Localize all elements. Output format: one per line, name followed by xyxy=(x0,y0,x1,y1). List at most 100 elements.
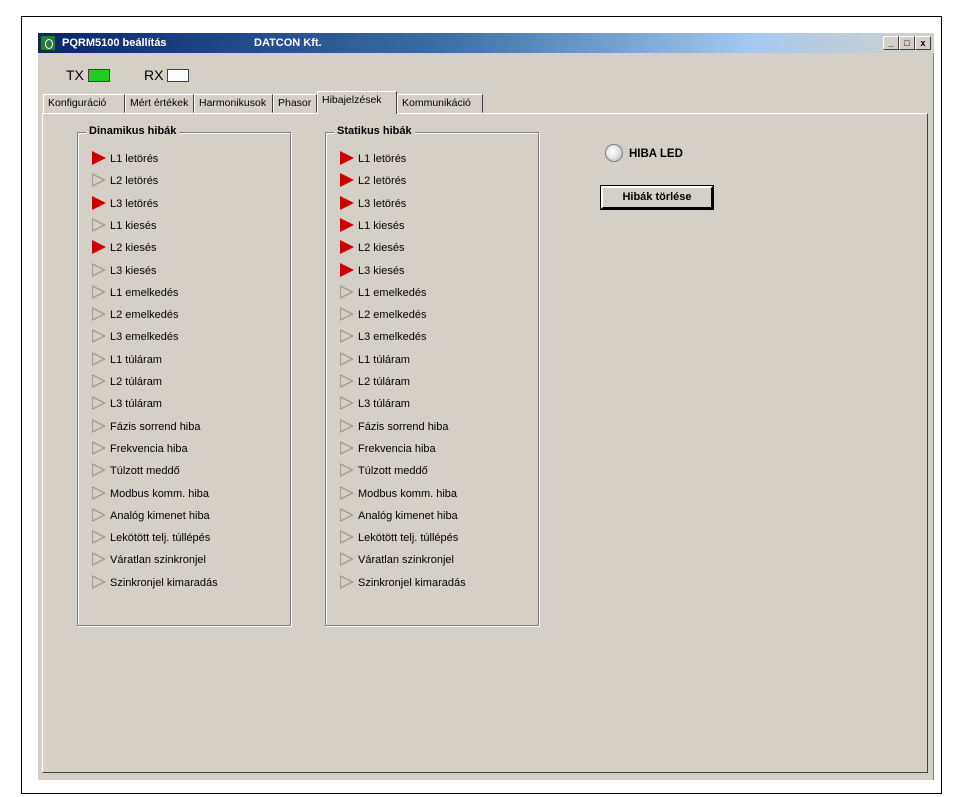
dinamikus-item: Fázis sorrend hiba xyxy=(92,418,201,437)
statikus-item-label: Modbus komm. hiba xyxy=(358,487,458,500)
inactive-fault-arrow-icon xyxy=(92,507,106,522)
dinamikus-item-label: Modbus komm. hiba xyxy=(110,487,210,500)
dinamikus-item: L1 letörés xyxy=(92,151,158,169)
dinamikus-item: Lekötött telj. túllépés xyxy=(92,530,210,548)
dinamikus-hibak-title: Dinamikus hibák xyxy=(86,125,180,137)
inactive-fault-arrow-icon xyxy=(340,574,354,589)
dinamikus-item: Szinkronjel kimaradás xyxy=(92,574,218,593)
dinamikus-item: Analóg kimenet hiba xyxy=(92,507,210,526)
dinamikus-item: L1 kiesés xyxy=(92,217,157,236)
inactive-fault-arrow-icon xyxy=(340,463,354,478)
minimize-button[interactable]: _ xyxy=(883,36,899,50)
tab-1[interactable]: Konfiguráció xyxy=(43,94,125,113)
statikus-item: Lekötött telj. túllépés xyxy=(340,530,458,548)
statikus-item: Túlzott meddő xyxy=(340,463,428,481)
dinamikus-hibak-group: Dinamikus hibák L1 letörés L2 letörés L3 l… xyxy=(77,125,291,626)
active-fault-arrow-icon xyxy=(92,195,106,210)
inactive-fault-arrow-icon xyxy=(92,329,106,344)
hiba-led-label: HIBA LED xyxy=(629,148,683,160)
inactive-fault-arrow-icon xyxy=(340,396,354,411)
hiba-led-icon xyxy=(605,144,623,162)
window-title: PQRM5100 beállítás xyxy=(62,37,167,49)
statikus-item-label: L3 túláram xyxy=(358,398,410,411)
dinamikus-item-label: Analóg kimenet hiba xyxy=(110,509,210,522)
dinamikus-item-label: Lekötött telj. túllépés xyxy=(110,532,211,545)
inactive-fault-arrow-icon xyxy=(92,217,106,232)
close-button[interactable]: x xyxy=(915,36,931,50)
inactive-fault-arrow-icon xyxy=(92,552,106,567)
hiba-led: HIBA LED xyxy=(605,144,683,162)
inactive-fault-arrow-icon xyxy=(340,307,354,322)
dinamikus-item-label: Frekvencia hiba xyxy=(110,442,188,455)
inactive-fault-arrow-icon xyxy=(92,307,106,322)
dinamikus-item: Modbus komm. hiba xyxy=(92,485,210,504)
inactive-fault-arrow-icon xyxy=(340,530,354,545)
dinamikus-item: L2 túláram xyxy=(92,374,162,392)
inactive-fault-arrow-icon xyxy=(340,418,354,433)
dinamikus-item: L2 kiesés xyxy=(92,240,156,258)
tab-3[interactable]: Harmonikusok xyxy=(194,94,273,113)
statikus-item: Frekvencia hiba xyxy=(340,440,436,459)
statikus-item-label: Lekötött telj. túllépés xyxy=(358,532,459,545)
dinamikus-item: L3 kiesés xyxy=(92,262,156,281)
dinamikus-item-label: L1 kiesés xyxy=(110,219,157,232)
statikus-item: L1 kiesés xyxy=(340,217,404,236)
title-bar[interactable]: PQRM5100 beállítás DATCON Kft. _ □ x xyxy=(38,33,934,53)
inactive-fault-arrow-icon xyxy=(340,329,354,344)
statikus-item-label: L2 emelkedés xyxy=(358,309,427,322)
inactive-fault-arrow-icon xyxy=(340,351,354,366)
dinamikus-item-label: Fázis sorrend hiba xyxy=(110,420,201,433)
inactive-fault-arrow-icon xyxy=(92,396,106,411)
tab-5[interactable]: Hibajelzések xyxy=(317,91,397,114)
tab-6[interactable]: Kommunikáció xyxy=(397,94,483,113)
statikus-item: L3 túláram xyxy=(340,396,410,414)
statikus-item-label: Szinkronjel kimaradás xyxy=(358,576,466,589)
rx-label: RX xyxy=(144,67,164,83)
inactive-fault-arrow-icon xyxy=(92,574,106,589)
dinamikus-item-label: L3 letörés xyxy=(110,197,159,210)
window-company: DATCON Kft. xyxy=(254,37,322,49)
dinamikus-item-label: L3 emelkedés xyxy=(110,331,179,344)
inactive-fault-arrow-icon xyxy=(340,284,354,299)
active-fault-arrow-icon xyxy=(340,151,354,165)
statikus-item-label: L1 túláram xyxy=(358,353,410,366)
inactive-fault-arrow-icon xyxy=(92,173,106,188)
inactive-fault-arrow-icon xyxy=(92,284,106,299)
inactive-fault-arrow-icon xyxy=(340,374,354,388)
dinamikus-item-label: L2 kiesés xyxy=(110,242,157,255)
inactive-fault-arrow-icon xyxy=(340,552,354,567)
inactive-fault-arrow-icon xyxy=(340,507,354,522)
clear-errors-button[interactable]: Hibák törlése xyxy=(601,186,713,209)
statikus-item: Szinkronjel kimaradás xyxy=(340,574,466,593)
dinamikus-item: L1 emelkedés xyxy=(92,284,179,303)
statikus-item-label: Analóg kimenet hiba xyxy=(358,509,458,522)
tx-led-icon xyxy=(87,69,110,82)
statikus-item: L2 kiesés xyxy=(340,240,404,258)
dinamikus-item: L2 letörés xyxy=(92,173,158,191)
inactive-fault-arrow-icon xyxy=(340,485,354,500)
inactive-fault-arrow-icon xyxy=(92,463,106,478)
statikus-item: L2 emelkedés xyxy=(340,307,427,325)
statikus-item: Analóg kimenet hiba xyxy=(340,507,458,526)
statikus-item-label: L3 emelkedés xyxy=(358,331,427,344)
inactive-fault-arrow-icon xyxy=(92,418,106,433)
dinamikus-item-label: Szinkronjel kimaradás xyxy=(110,576,218,589)
tab-4[interactable]: Phasor xyxy=(273,94,317,113)
inactive-fault-arrow-icon xyxy=(92,374,106,388)
inactive-fault-arrow-icon xyxy=(340,440,354,455)
statikus-item: L1 túláram xyxy=(340,351,410,370)
dinamikus-item-label: L1 túláram xyxy=(110,353,162,366)
dinamikus-item-label: L2 letörés xyxy=(110,175,159,188)
statikus-item-label: L1 letörés xyxy=(358,153,407,165)
active-fault-arrow-icon xyxy=(92,240,106,255)
active-fault-arrow-icon xyxy=(340,195,354,210)
dinamikus-item: L3 letörés xyxy=(92,195,159,214)
dinamikus-item: L2 emelkedés xyxy=(92,307,179,325)
statikus-hibak-title: Statikus hibák xyxy=(334,125,415,137)
dinamikus-item: Váratlan szinkronjel xyxy=(92,552,206,570)
maximize-button[interactable]: □ xyxy=(899,36,915,50)
statikus-item-label: Frekvencia hiba xyxy=(358,442,436,455)
tx-indicator: TX xyxy=(66,67,110,83)
tab-2[interactable]: Mért értékek xyxy=(125,94,194,113)
statikus-item: Fázis sorrend hiba xyxy=(340,418,449,437)
